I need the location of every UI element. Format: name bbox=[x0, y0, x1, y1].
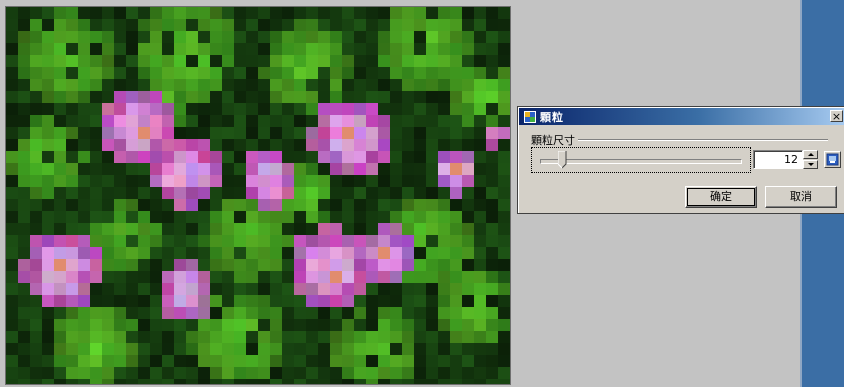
spin-up-icon bbox=[808, 153, 814, 156]
cancel-button[interactable]: 取消 bbox=[765, 186, 837, 208]
grain-dialog: 顆粒 × 顆粒尺寸 12 确定 取消 bbox=[517, 106, 844, 214]
image-canvas[interactable] bbox=[5, 6, 511, 385]
slider-track bbox=[540, 159, 742, 164]
dialog-title: 顆粒 bbox=[540, 110, 564, 124]
preview-button[interactable] bbox=[824, 151, 841, 168]
spin-down-button[interactable] bbox=[803, 160, 818, 169]
grain-size-spinner[interactable] bbox=[803, 150, 818, 169]
ok-button[interactable]: 确定 bbox=[685, 186, 757, 208]
pixelated-lotus-photo bbox=[6, 7, 510, 384]
spin-down-icon bbox=[808, 163, 814, 166]
grain-size-label: 顆粒尺寸 bbox=[531, 132, 577, 148]
dialog-titlebar[interactable]: 顆粒 × bbox=[519, 108, 844, 125]
group-separator bbox=[578, 139, 828, 141]
spin-up-button[interactable] bbox=[803, 150, 818, 159]
close-button[interactable]: × bbox=[830, 110, 843, 122]
app-icon bbox=[524, 110, 536, 123]
grain-size-slider[interactable] bbox=[531, 147, 751, 173]
slider-thumb[interactable] bbox=[558, 151, 567, 169]
grain-size-input[interactable]: 12 bbox=[753, 150, 803, 169]
close-icon: × bbox=[831, 110, 842, 123]
preview-icon bbox=[826, 153, 839, 166]
